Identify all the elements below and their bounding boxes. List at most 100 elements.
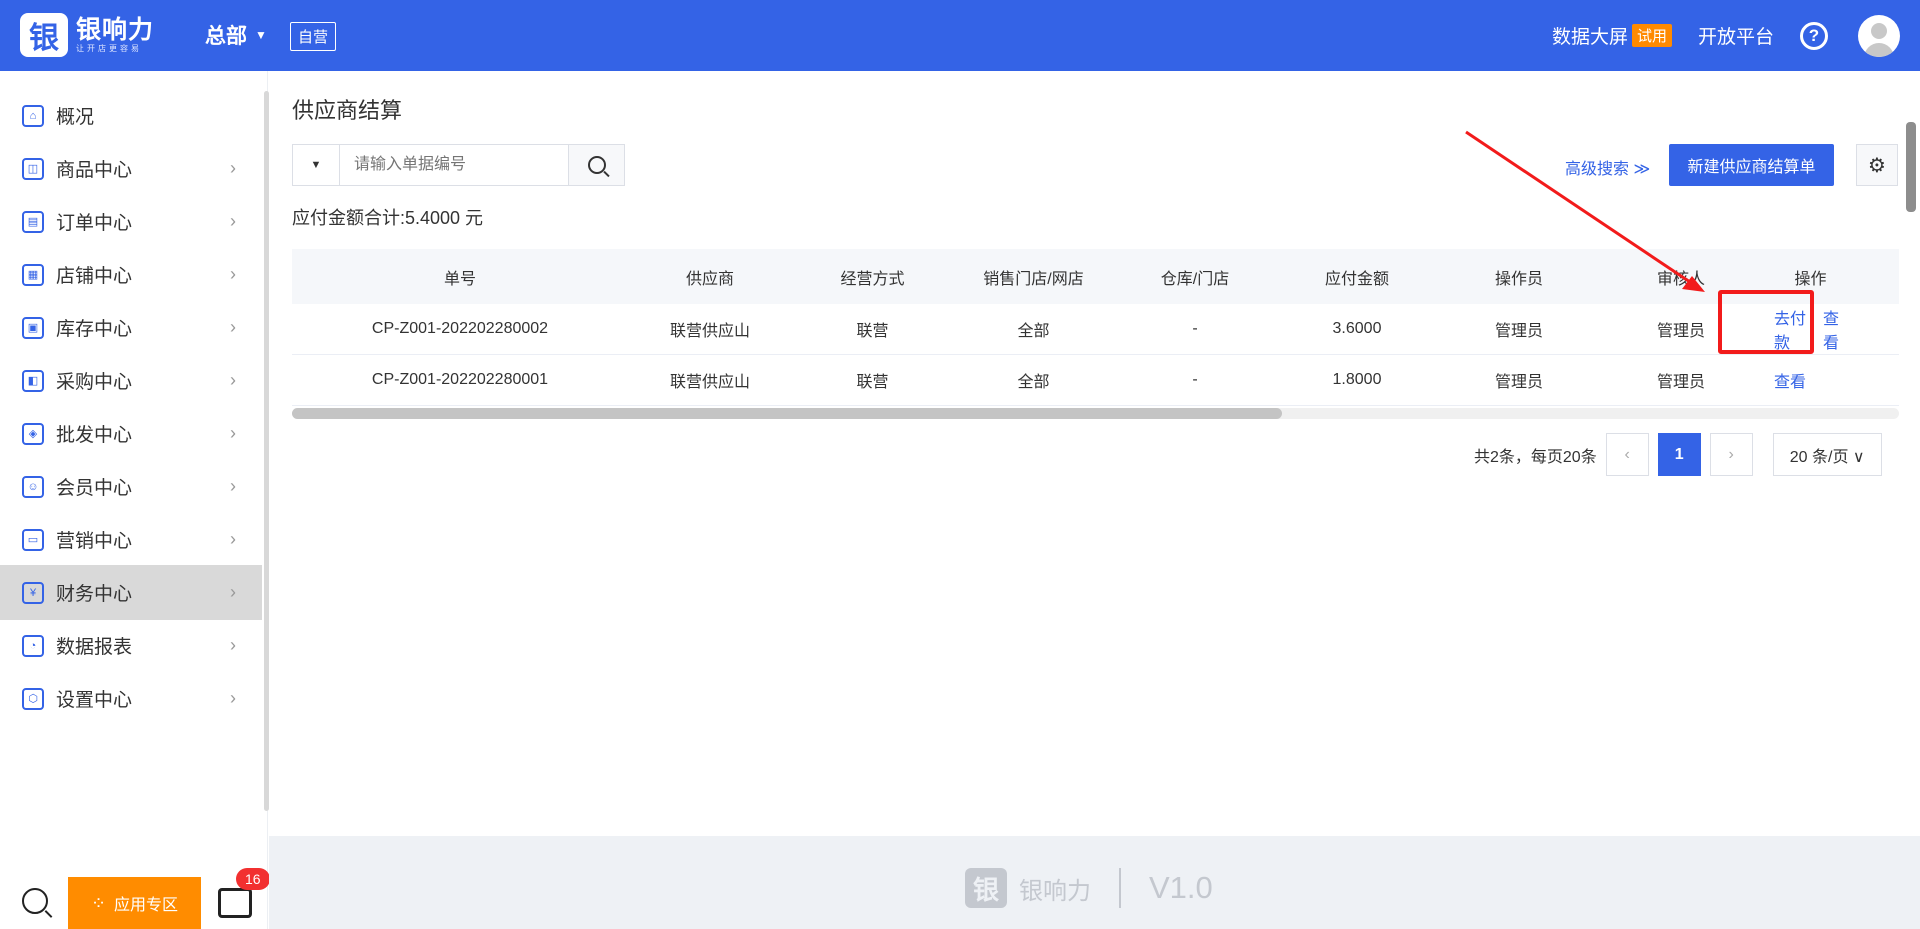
ticket-icon: ▭ (22, 528, 44, 551)
settlement-table: 单号 供应商 经营方式 销售门店/网店 仓库/门店 应付金额 操作员 审核人 操… (292, 249, 1899, 406)
map-icon: ◈ (22, 422, 44, 445)
sidebar-item-2[interactable]: ▤ 订单中心 › (0, 194, 262, 249)
caret-down-icon: ▼ (255, 28, 267, 42)
chevron-right-icon: › (230, 635, 236, 655)
chevron-right-icon: › (230, 158, 236, 178)
store-type-tag: 自营 (290, 22, 337, 51)
logo-slogan: 让开店更容易 (76, 44, 142, 53)
page-vertical-scrollbar[interactable] (1906, 122, 1916, 212)
chevron-right-icon: › (230, 582, 236, 602)
trial-badge: 试用 (1631, 24, 1672, 47)
logo[interactable]: 银 银响力 让开店更容易 (20, 13, 154, 57)
sidebar-item-6[interactable]: ◈ 批发中心 › (0, 406, 262, 461)
top-navbar: 银 银响力 让开店更容易 总部 ▼ 自营 数据大屏 试用 开放平台 ? (0, 0, 1920, 71)
pagination-summary: 共2条，每页20条 (1474, 448, 1597, 466)
cell-operator: 管理员 (1494, 323, 1543, 340)
table-row: CP-Z001-202202280001 联营供应山 联营 全部 - 1.800… (292, 355, 1899, 406)
sidebar-item-0[interactable]: ⌂ 概况 (0, 88, 262, 143)
sidebar-item-label: 概况 (56, 107, 95, 128)
table-horizontal-scrollbar[interactable] (292, 408, 1899, 419)
sidebar-item-1[interactable]: ◫ 商品中心 › (0, 141, 262, 196)
column-header: 销售门店/网店 (983, 270, 1084, 288)
total-payable: 应付金额合计:5.4000 元 (292, 208, 484, 228)
cell-mode: 联营 (856, 323, 889, 340)
view-link[interactable]: 查看 (1823, 305, 1849, 353)
search-input[interactable] (340, 145, 568, 185)
footer-logo-icon: 银 (965, 868, 1007, 908)
chevron-right-icon: › (230, 529, 236, 549)
cell-no: CP-Z001-202202280002 (371, 320, 549, 337)
search-button[interactable] (568, 145, 624, 185)
sidebar-item-11[interactable]: ⬡ 设置中心 › (0, 671, 262, 726)
sidebar-item-9[interactable]: ¥ 财务中心 › (0, 565, 262, 620)
logo-name: 银响力 (76, 16, 155, 44)
sidebar-item-label: 库存中心 (56, 319, 133, 340)
sidebar: ⌂ 概况 ◫ 商品中心 › ▤ 订单中心 › ▦ 店铺中心 › ▣ 库存中心 › ◧ 采购中心 › ◈ 批发中心 › ☺… (0, 71, 269, 929)
cell-reviewer: 管理员 (1656, 374, 1705, 391)
footer-version: V1.0 (1149, 870, 1213, 905)
data-screen-link[interactable]: 数据大屏 (1552, 22, 1628, 49)
table-row: CP-Z001-202202280002 联营供应山 联营 全部 - 3.600… (292, 304, 1899, 355)
chevron-right-icon: › (230, 211, 236, 231)
settings-icon: ⬡ (22, 687, 44, 710)
view-link[interactable]: 查看 (1774, 368, 1806, 392)
yen-icon: ¥ (22, 581, 44, 604)
sidebar-item-label: 商品中心 (56, 160, 133, 181)
message-icon[interactable] (218, 888, 252, 918)
sidebar-item-3[interactable]: ▦ 店铺中心 › (0, 247, 262, 302)
sidebar-item-label: 订单中心 (56, 213, 133, 234)
cell-operator: 管理员 (1494, 374, 1543, 391)
chevron-right-icon: › (230, 688, 236, 708)
home-icon: ⌂ (22, 104, 44, 127)
page-title: 供应商结算 (292, 98, 403, 123)
footer: 银 银响力 V1.0 (269, 836, 1920, 929)
avatar[interactable] (1858, 14, 1900, 57)
column-header: 仓库/门店 (1160, 270, 1230, 288)
page-number-button[interactable]: 1 (1657, 433, 1701, 476)
cart-icon: ◧ (22, 369, 44, 392)
scrollbar-thumb[interactable] (292, 408, 1282, 419)
search-group: ▼ (292, 144, 625, 186)
pagination: 共2条，每页20条 ‹ 1 › 20 条/页 ∨ (1474, 433, 1882, 476)
apps-zone-button[interactable]: ⁘ 应用专区 (68, 877, 201, 929)
search-icon (587, 156, 606, 174)
chevron-right-icon: › (230, 264, 236, 284)
chevron-right-icon: › (230, 476, 236, 496)
cell-supplier: 联营供应山 (669, 323, 750, 340)
page-size-select[interactable]: 20 条/页 ∨ (1772, 433, 1882, 476)
search-type-dropdown[interactable]: ▼ (293, 145, 340, 185)
sidebar-item-4[interactable]: ▣ 库存中心 › (0, 300, 262, 355)
help-icon[interactable]: ? (1800, 21, 1828, 50)
cell-amount: 3.6000 (1332, 320, 1382, 337)
annotation-highlight-box (1718, 290, 1814, 354)
new-settlement-button[interactable]: 新建供应商结算单 (1669, 144, 1834, 186)
prev-page-button[interactable]: ‹ (1605, 433, 1649, 476)
cell-amount: 1.8000 (1332, 371, 1382, 388)
sidebar-item-10[interactable]: ◔ 数据报表 › (0, 618, 262, 673)
column-header: 审核人 (1656, 270, 1705, 288)
main-content: 供应商结算 ▼ 高级搜索 ≫ 新建供应商结算单 ⚙ 应付金额合计:5.4000 … (269, 71, 1920, 929)
sidebar-item-5[interactable]: ◧ 采购中心 › (0, 353, 262, 408)
sidebar-item-label: 营销中心 (56, 531, 133, 552)
next-page-button[interactable]: › (1709, 433, 1753, 476)
box-icon: ▣ (22, 316, 44, 339)
gear-icon[interactable]: ⚙ (1856, 144, 1898, 186)
search-icon[interactable] (22, 888, 48, 914)
sidebar-item-label: 采购中心 (56, 372, 133, 393)
sidebar-item-8[interactable]: ▭ 营销中心 › (0, 512, 262, 567)
sidebar-item-label: 批发中心 (56, 425, 133, 446)
open-platform-link[interactable]: 开放平台 (1698, 22, 1774, 49)
advanced-search-toggle[interactable]: 高级搜索 ≫ (1565, 155, 1650, 179)
store-selector[interactable]: 总部 ▼ (205, 20, 267, 50)
sidebar-item-label: 会员中心 (56, 478, 133, 499)
sidebar-item-label: 数据报表 (56, 637, 133, 658)
chevron-right-icon: › (230, 423, 236, 443)
table-header: 单号 供应商 经营方式 销售门店/网店 仓库/门店 应付金额 操作员 审核人 操… (292, 249, 1899, 304)
sidebar-item-7[interactable]: ☺ 会员中心 › (0, 459, 262, 514)
apps-zone-label: 应用专区 (114, 897, 179, 914)
cell-store: 全部 (1017, 374, 1050, 391)
sidebar-item-label: 店铺中心 (56, 266, 133, 287)
chevron-right-icon: › (230, 317, 236, 337)
column-header: 操作员 (1494, 270, 1543, 288)
user-icon: ☺ (22, 475, 44, 498)
